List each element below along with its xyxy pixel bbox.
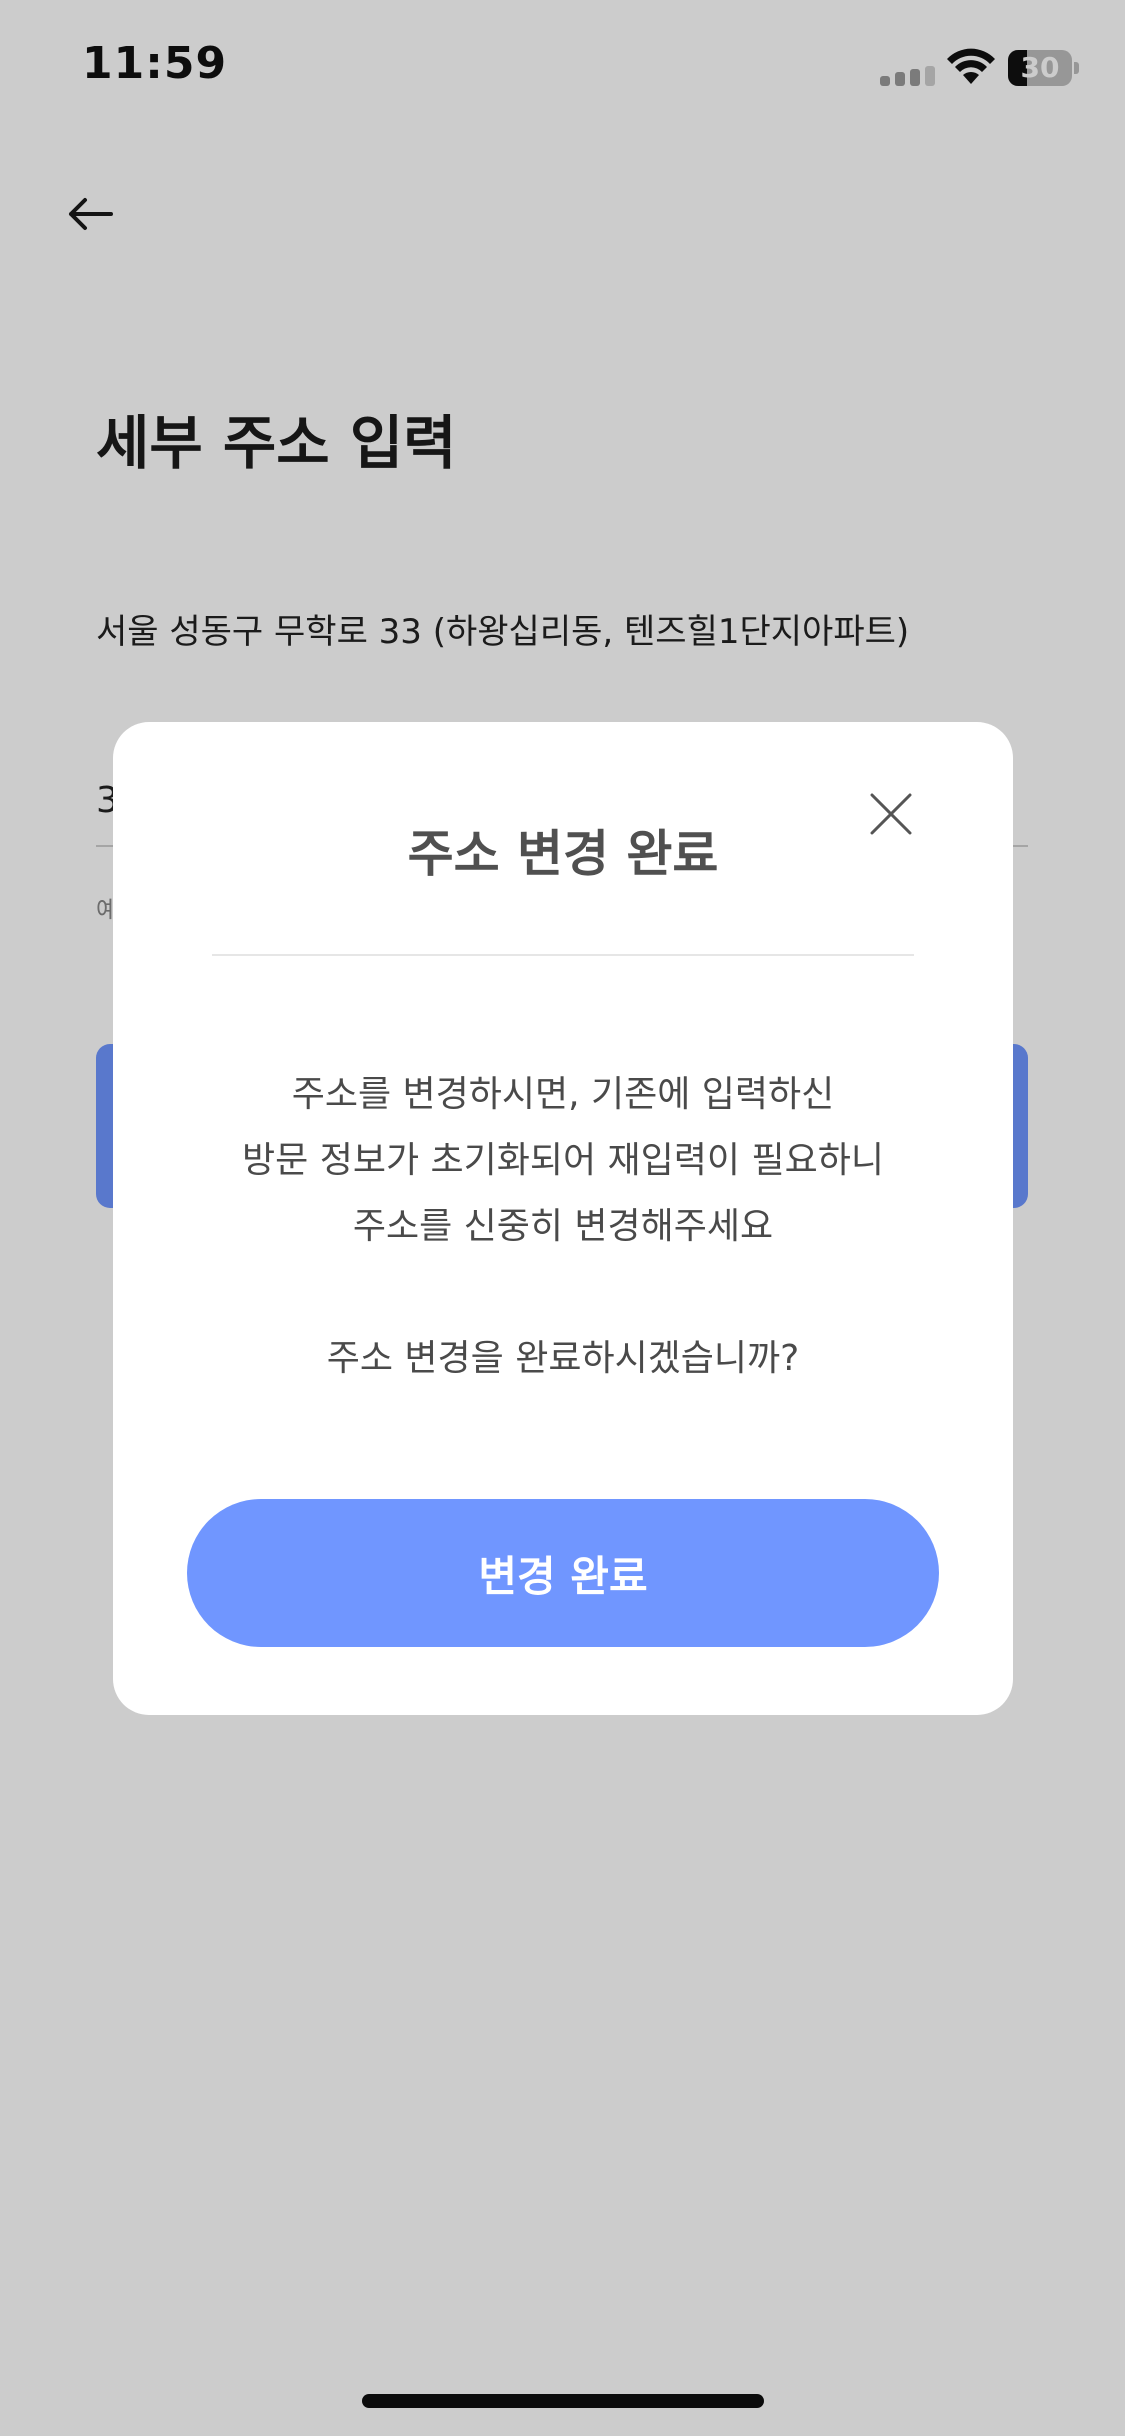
modal-message-line: 주소를 변경하시면, 기존에 입력하신: [291, 1074, 835, 1115]
modal-message: 주소를 변경하시면, 기존에 입력하신 방문 정보가 초기화되어 재입력이 필요…: [153, 1062, 973, 1392]
modal-message-line: 주소를 신중히 변경해주세요: [352, 1206, 774, 1247]
home-indicator: [362, 2394, 764, 2408]
confirm-change-button[interactable]: 변경 완료: [187, 1499, 939, 1647]
address-change-modal: 주소 변경 완료 주소를 변경하시면, 기존에 입력하신 방문 정보가 초기화되…: [113, 722, 1013, 1715]
modal-question: 주소 변경을 완료하시겠습니까?: [326, 1338, 800, 1379]
modal-message-line: 방문 정보가 초기화되어 재입력이 필요하니: [242, 1140, 884, 1181]
modal-close-button[interactable]: [863, 786, 919, 842]
modal-divider: [212, 954, 914, 956]
close-icon: [870, 793, 912, 835]
modal-message-gap: [153, 1260, 973, 1326]
